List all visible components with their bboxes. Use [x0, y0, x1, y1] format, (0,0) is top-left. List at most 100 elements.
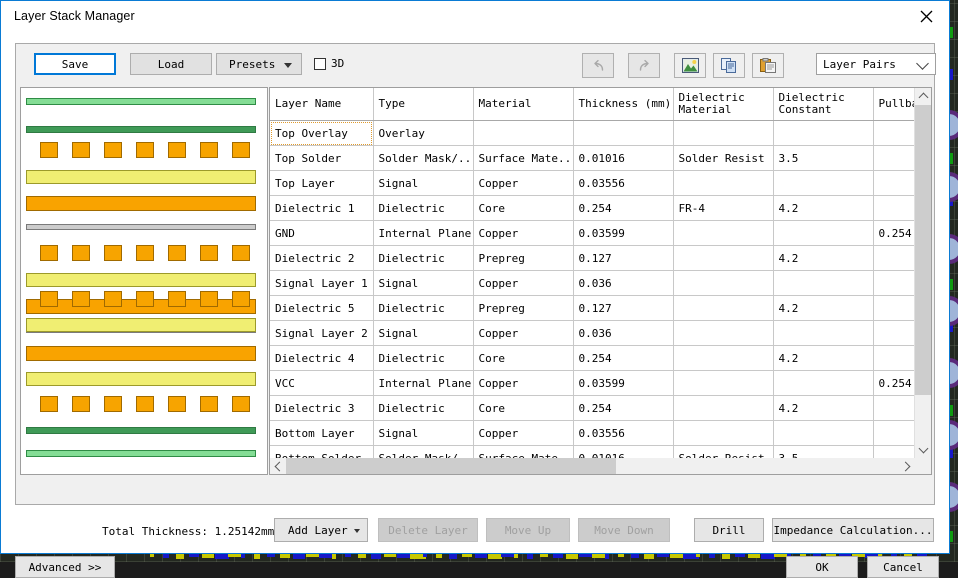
cell-diel-constant[interactable]: 4.2 [773, 246, 873, 271]
cell-pullback[interactable] [873, 271, 915, 296]
top-solder-band[interactable] [26, 126, 256, 133]
cell-diel-constant[interactable] [773, 321, 873, 346]
cell-material[interactable]: Prepreg [473, 296, 573, 321]
signal-layer-2-pads-1[interactable] [72, 291, 90, 307]
image-icon[interactable] [674, 53, 706, 78]
cell-name[interactable]: Bottom Solder [270, 446, 373, 459]
signal-layer-1-pads-2[interactable] [104, 245, 122, 261]
cell-pullback[interactable] [873, 196, 915, 221]
scroll-right-button[interactable] [899, 458, 915, 474]
view-mode-combo[interactable]: Layer Pairs [816, 53, 936, 75]
cell-type[interactable]: Dielectric [373, 396, 473, 421]
table-row[interactable]: Signal Layer 1SignalCopper0.036 [270, 271, 915, 296]
table-horizontal-scrollbar[interactable] [270, 458, 915, 474]
table-row[interactable]: Dielectric 1DielectricCore0.254FR-44.2 [270, 196, 915, 221]
bottom-layer-pads-4[interactable] [168, 396, 186, 412]
bottom-layer-pads-2[interactable] [104, 396, 122, 412]
cell-diel-constant[interactable]: 3.5 [773, 146, 873, 171]
cell-thickness[interactable]: 0.254 [573, 346, 673, 371]
dielectric-5-band[interactable] [26, 273, 256, 287]
cell-pullback[interactable] [873, 121, 915, 146]
stackup-preview[interactable] [20, 87, 268, 475]
signal-layer-2-pads-4[interactable] [168, 291, 186, 307]
cell-diel-material[interactable] [673, 321, 773, 346]
cell-diel-material[interactable]: FR-4 [673, 196, 773, 221]
cell-material[interactable]: Core [473, 346, 573, 371]
cell-pullback[interactable] [873, 296, 915, 321]
scroll-up-button[interactable] [915, 88, 931, 104]
vertical-scroll-thumb[interactable] [915, 105, 931, 395]
cell-type[interactable]: Signal [373, 321, 473, 346]
cell-material[interactable]: Surface Mate... [473, 446, 573, 459]
cell-name[interactable]: Dielectric 3 [270, 396, 373, 421]
cell-diel-constant[interactable]: 3.5 [773, 446, 873, 459]
scroll-down-button[interactable] [915, 442, 931, 458]
cell-thickness[interactable]: 0.036 [573, 321, 673, 346]
cell-pullback[interactable]: 0.254 [873, 371, 915, 396]
table-row[interactable]: Dielectric 4DielectricCore0.2544.2 [270, 346, 915, 371]
cell-diel-material[interactable]: Solder Resist [673, 446, 773, 459]
delete-layer-button[interactable]: Delete Layer [378, 518, 478, 542]
cell-material[interactable]: Core [473, 396, 573, 421]
presets-button[interactable]: Presets [216, 53, 302, 75]
signal-layer-1-pads-1[interactable] [72, 245, 90, 261]
cell-thickness[interactable]: 0.254 [573, 396, 673, 421]
cell-material[interactable]: Core [473, 196, 573, 221]
cell-pullback[interactable] [873, 171, 915, 196]
advanced-button[interactable]: Advanced >> [15, 556, 115, 578]
cell-thickness[interactable] [573, 121, 673, 146]
table-row[interactable]: Bottom SolderSolder Mask/...Surface Mate… [270, 446, 915, 459]
cell-diel-material[interactable] [673, 271, 773, 296]
redo-icon[interactable] [628, 53, 660, 78]
cell-diel-material[interactable] [673, 296, 773, 321]
cell-diel-material[interactable] [673, 171, 773, 196]
cell-material[interactable] [473, 121, 573, 146]
table-row[interactable]: GNDInternal PlaneCopper0.035990.254 [270, 221, 915, 246]
table-row[interactable]: Dielectric 5DielectricPrepreg0.1274.2 [270, 296, 915, 321]
signal-layer-1-pads-6[interactable] [232, 245, 250, 261]
bottom-dielectric-band[interactable] [26, 372, 256, 386]
cell-diel-constant[interactable] [773, 271, 873, 296]
cell-name[interactable]: Dielectric 1 [270, 196, 373, 221]
cell-name[interactable]: Signal Layer 2 [270, 321, 373, 346]
cell-diel-material[interactable] [673, 371, 773, 396]
signal-layer-2-pads-5[interactable] [200, 291, 218, 307]
dielectric-3-band[interactable] [26, 318, 256, 332]
table-row[interactable]: Top OverlayOverlay [270, 121, 915, 146]
cell-pullback[interactable] [873, 421, 915, 446]
cell-name[interactable]: Signal Layer 1 [270, 271, 373, 296]
cell-name[interactable]: VCC [270, 371, 373, 396]
signal-layer-1-pads-0[interactable] [40, 245, 58, 261]
cancel-button[interactable]: Cancel [867, 556, 939, 578]
top-overlay-band[interactable] [26, 98, 256, 105]
gnd-plane-band[interactable] [26, 196, 256, 211]
table-row[interactable]: Top SolderSolder Mask/...Surface Mate...… [270, 146, 915, 171]
cell-type[interactable]: Signal [373, 271, 473, 296]
top-layer-pads-4[interactable] [168, 142, 186, 158]
undo-icon[interactable] [582, 53, 614, 78]
cell-diel-constant[interactable]: 4.2 [773, 296, 873, 321]
cell-diel-constant[interactable] [773, 221, 873, 246]
cell-diel-constant[interactable]: 4.2 [773, 196, 873, 221]
cell-material[interactable]: Copper [473, 171, 573, 196]
cell-diel-material[interactable] [673, 121, 773, 146]
load-button[interactable]: Load [130, 53, 212, 75]
cell-diel-material[interactable] [673, 246, 773, 271]
table-row[interactable]: VCCInternal PlaneCopper0.035990.254 [270, 371, 915, 396]
cell-type[interactable]: Signal [373, 171, 473, 196]
cell-material[interactable]: Copper [473, 271, 573, 296]
top-layer-pads-3[interactable] [136, 142, 154, 158]
paste-icon[interactable] [752, 53, 784, 78]
column-header-material[interactable]: Material [473, 88, 573, 121]
bottom-layer-pads-1[interactable] [72, 396, 90, 412]
cell-type[interactable]: Internal Plane [373, 371, 473, 396]
cell-pullback[interactable] [873, 346, 915, 371]
cell-name[interactable]: Dielectric 2 [270, 246, 373, 271]
cell-thickness[interactable]: 0.03556 [573, 421, 673, 446]
cell-thickness[interactable]: 0.127 [573, 246, 673, 271]
cell-name[interactable]: Top Solder [270, 146, 373, 171]
cell-diel-constant[interactable] [773, 171, 873, 196]
cell-diel-constant[interactable]: 4.2 [773, 346, 873, 371]
bottom-layer-pads-3[interactable] [136, 396, 154, 412]
move-up-button[interactable]: Move Up [486, 518, 570, 542]
